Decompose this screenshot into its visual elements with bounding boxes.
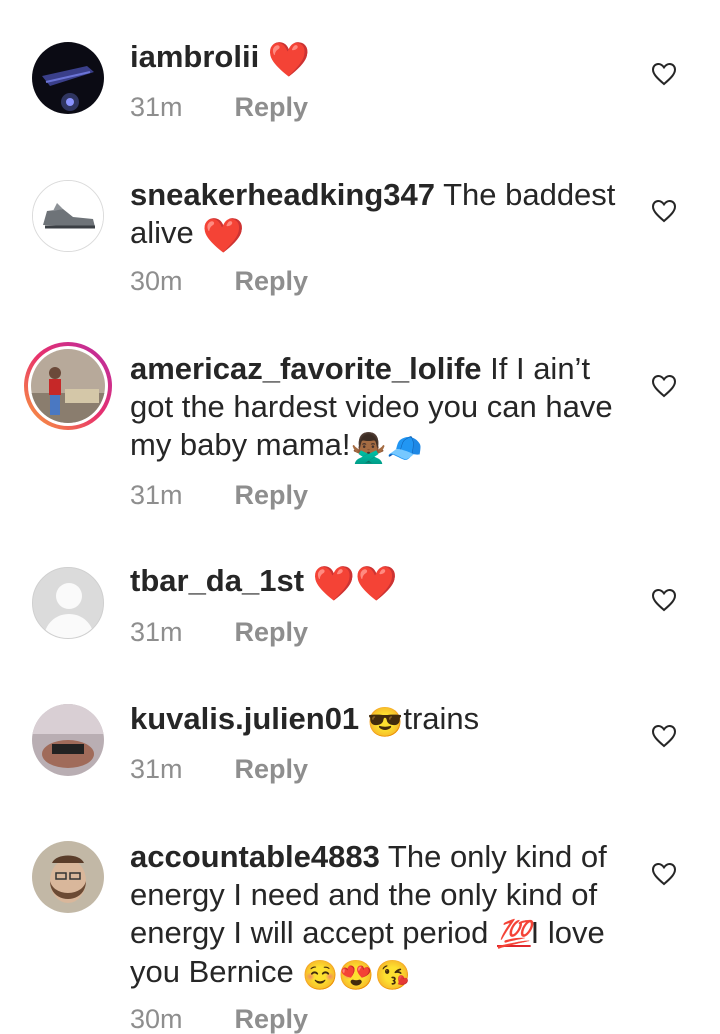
- avatar[interactable]: [32, 704, 104, 776]
- timestamp: 31m: [130, 480, 183, 510]
- comment-text: americaz_favorite_lolife If I ain’t got …: [130, 350, 620, 468]
- timestamp: 31m: [130, 617, 183, 647]
- comment-meta: 31m Reply: [130, 480, 308, 510]
- comment-text: tbar_da_1st ❤️❤️: [130, 562, 620, 603]
- username[interactable]: americaz_favorite_lolife: [130, 351, 482, 386]
- comment-body: trains: [403, 701, 480, 736]
- default-avatar[interactable]: [32, 567, 104, 639]
- emoji: ☺️😍😘: [302, 960, 411, 992]
- avatar[interactable]: [32, 180, 104, 252]
- story-ring-avatar[interactable]: [24, 342, 112, 430]
- comment-body: [304, 563, 313, 598]
- comment-text: kuvalis.julien01 😎trains: [130, 700, 620, 742]
- like-button[interactable]: [651, 62, 677, 86]
- username[interactable]: kuvalis.julien01: [130, 701, 359, 736]
- comment-meta: 30m Reply: [130, 266, 308, 296]
- comment-meta: 31m Reply: [130, 92, 308, 122]
- username[interactable]: accountable4883: [130, 839, 380, 874]
- reply-button[interactable]: Reply: [235, 266, 309, 296]
- comment-text: sneakerheadking347 The baddest alive ❤️: [130, 176, 620, 255]
- like-button[interactable]: [651, 862, 677, 886]
- heart-outline-icon: [651, 724, 677, 748]
- emoji: 😎: [359, 707, 404, 739]
- heart-outline-icon: [651, 862, 677, 886]
- heart-emoji: ❤️: [202, 217, 245, 255]
- heart-emoji: ❤️❤️: [312, 565, 398, 603]
- reply-button[interactable]: Reply: [235, 480, 309, 510]
- heart-outline-icon: [651, 374, 677, 398]
- reply-button[interactable]: Reply: [235, 754, 309, 784]
- heart-outline-icon: [651, 588, 677, 612]
- like-button[interactable]: [651, 588, 677, 612]
- comment-meta: 30m Reply: [130, 1004, 308, 1034]
- like-button[interactable]: [651, 374, 677, 398]
- like-button[interactable]: [651, 724, 677, 748]
- heart-outline-icon: [651, 199, 677, 223]
- avatar[interactable]: [32, 841, 104, 913]
- timestamp: 30m: [130, 266, 183, 296]
- heart-outline-icon: [651, 62, 677, 86]
- username[interactable]: tbar_da_1st: [130, 563, 304, 598]
- avatar[interactable]: [32, 42, 104, 114]
- timestamp: 30m: [130, 1004, 183, 1034]
- timestamp: 31m: [130, 92, 183, 122]
- like-button[interactable]: [651, 199, 677, 223]
- username[interactable]: iambrolii: [130, 39, 259, 74]
- emoji: 🙅🏾‍♂️🧢: [350, 433, 423, 465]
- username[interactable]: sneakerheadking347: [130, 177, 435, 212]
- hundred-emoji: 💯: [497, 919, 531, 949]
- reply-button[interactable]: Reply: [235, 617, 309, 647]
- reply-button[interactable]: Reply: [235, 92, 309, 122]
- heart-emoji: ❤️: [267, 41, 311, 79]
- reply-button[interactable]: Reply: [235, 1004, 309, 1034]
- timestamp: 31m: [130, 754, 183, 784]
- comment-text: iambrolii ❤️: [130, 38, 620, 79]
- comment-meta: 31m Reply: [130, 754, 308, 784]
- comment-meta: 31m Reply: [130, 617, 308, 647]
- comment-text: accountable4883 The only kind of energy …: [130, 838, 620, 995]
